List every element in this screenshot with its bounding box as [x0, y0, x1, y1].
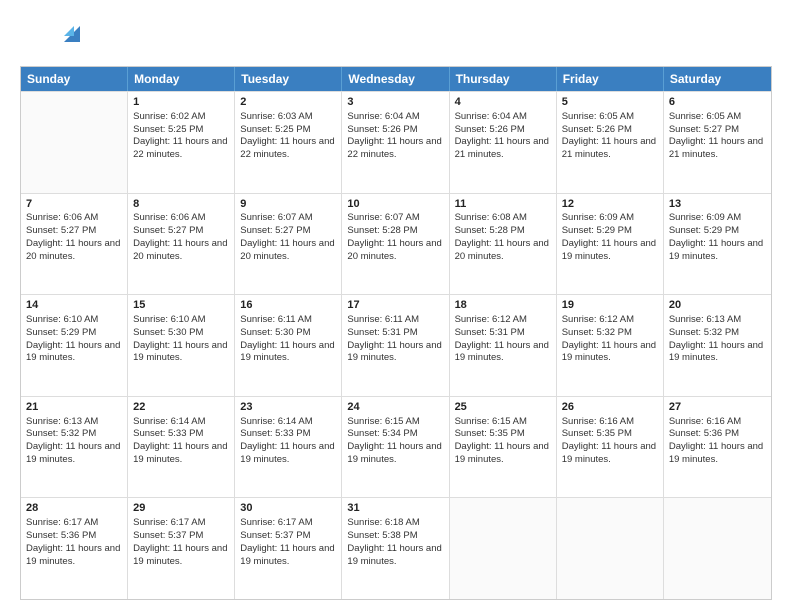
day-cell-17: 17Sunrise: 6:11 AMSunset: 5:31 PMDayligh…	[342, 295, 449, 396]
day-cell-empty	[21, 92, 128, 193]
header	[20, 18, 772, 58]
day-cell-26: 26Sunrise: 6:16 AMSunset: 5:35 PMDayligh…	[557, 397, 664, 498]
day-cell-30: 30Sunrise: 6:17 AMSunset: 5:37 PMDayligh…	[235, 498, 342, 599]
day-cell-empty	[450, 498, 557, 599]
day-cell-1: 1Sunrise: 6:02 AMSunset: 5:25 PMDaylight…	[128, 92, 235, 193]
day-number: 5	[562, 95, 658, 110]
day-number: 18	[455, 298, 551, 313]
day-header-sunday: Sunday	[21, 67, 128, 91]
calendar: SundayMondayTuesdayWednesdayThursdayFrid…	[20, 66, 772, 600]
day-header-saturday: Saturday	[664, 67, 771, 91]
day-number: 11	[455, 197, 551, 212]
day-cell-6: 6Sunrise: 6:05 AMSunset: 5:27 PMDaylight…	[664, 92, 771, 193]
day-number: 24	[347, 400, 443, 415]
day-number: 4	[455, 95, 551, 110]
calendar-body: 1Sunrise: 6:02 AMSunset: 5:25 PMDaylight…	[21, 91, 771, 599]
day-cell-23: 23Sunrise: 6:14 AMSunset: 5:33 PMDayligh…	[235, 397, 342, 498]
day-cell-empty	[557, 498, 664, 599]
day-number: 31	[347, 501, 443, 516]
day-number: 27	[669, 400, 766, 415]
day-cell-16: 16Sunrise: 6:11 AMSunset: 5:30 PMDayligh…	[235, 295, 342, 396]
day-cell-11: 11Sunrise: 6:08 AMSunset: 5:28 PMDayligh…	[450, 194, 557, 295]
day-cell-3: 3Sunrise: 6:04 AMSunset: 5:26 PMDaylight…	[342, 92, 449, 193]
day-cell-13: 13Sunrise: 6:09 AMSunset: 5:29 PMDayligh…	[664, 194, 771, 295]
day-number: 13	[669, 197, 766, 212]
calendar-header: SundayMondayTuesdayWednesdayThursdayFrid…	[21, 67, 771, 91]
day-cell-21: 21Sunrise: 6:13 AMSunset: 5:32 PMDayligh…	[21, 397, 128, 498]
day-cell-10: 10Sunrise: 6:07 AMSunset: 5:28 PMDayligh…	[342, 194, 449, 295]
day-cell-29: 29Sunrise: 6:17 AMSunset: 5:37 PMDayligh…	[128, 498, 235, 599]
day-number: 10	[347, 197, 443, 212]
day-header-wednesday: Wednesday	[342, 67, 449, 91]
day-number: 22	[133, 400, 229, 415]
day-number: 20	[669, 298, 766, 313]
day-cell-2: 2Sunrise: 6:03 AMSunset: 5:25 PMDaylight…	[235, 92, 342, 193]
day-cell-12: 12Sunrise: 6:09 AMSunset: 5:29 PMDayligh…	[557, 194, 664, 295]
day-number: 7	[26, 197, 122, 212]
day-number: 15	[133, 298, 229, 313]
day-number: 28	[26, 501, 122, 516]
week-row-5: 28Sunrise: 6:17 AMSunset: 5:36 PMDayligh…	[21, 497, 771, 599]
day-number: 26	[562, 400, 658, 415]
day-number: 3	[347, 95, 443, 110]
week-row-3: 14Sunrise: 6:10 AMSunset: 5:29 PMDayligh…	[21, 294, 771, 396]
page: SundayMondayTuesdayWednesdayThursdayFrid…	[0, 0, 792, 612]
day-number: 30	[240, 501, 336, 516]
day-number: 17	[347, 298, 443, 313]
week-row-2: 7Sunrise: 6:06 AMSunset: 5:27 PMDaylight…	[21, 193, 771, 295]
day-cell-20: 20Sunrise: 6:13 AMSunset: 5:32 PMDayligh…	[664, 295, 771, 396]
day-number: 14	[26, 298, 122, 313]
day-cell-27: 27Sunrise: 6:16 AMSunset: 5:36 PMDayligh…	[664, 397, 771, 498]
day-number: 25	[455, 400, 551, 415]
day-number: 21	[26, 400, 122, 415]
day-cell-9: 9Sunrise: 6:07 AMSunset: 5:27 PMDaylight…	[235, 194, 342, 295]
day-number: 12	[562, 197, 658, 212]
day-cell-22: 22Sunrise: 6:14 AMSunset: 5:33 PMDayligh…	[128, 397, 235, 498]
day-number: 2	[240, 95, 336, 110]
day-cell-18: 18Sunrise: 6:12 AMSunset: 5:31 PMDayligh…	[450, 295, 557, 396]
logo-icon	[64, 20, 80, 42]
day-number: 29	[133, 501, 229, 516]
day-cell-19: 19Sunrise: 6:12 AMSunset: 5:32 PMDayligh…	[557, 295, 664, 396]
day-number: 6	[669, 95, 766, 110]
day-cell-15: 15Sunrise: 6:10 AMSunset: 5:30 PMDayligh…	[128, 295, 235, 396]
day-number: 16	[240, 298, 336, 313]
day-number: 23	[240, 400, 336, 415]
day-cell-14: 14Sunrise: 6:10 AMSunset: 5:29 PMDayligh…	[21, 295, 128, 396]
day-cell-5: 5Sunrise: 6:05 AMSunset: 5:26 PMDaylight…	[557, 92, 664, 193]
day-cell-24: 24Sunrise: 6:15 AMSunset: 5:34 PMDayligh…	[342, 397, 449, 498]
day-cell-8: 8Sunrise: 6:06 AMSunset: 5:27 PMDaylight…	[128, 194, 235, 295]
day-header-thursday: Thursday	[450, 67, 557, 91]
day-cell-31: 31Sunrise: 6:18 AMSunset: 5:38 PMDayligh…	[342, 498, 449, 599]
day-number: 8	[133, 197, 229, 212]
day-header-friday: Friday	[557, 67, 664, 91]
day-cell-25: 25Sunrise: 6:15 AMSunset: 5:35 PMDayligh…	[450, 397, 557, 498]
day-cell-4: 4Sunrise: 6:04 AMSunset: 5:26 PMDaylight…	[450, 92, 557, 193]
day-header-monday: Monday	[128, 67, 235, 91]
day-cell-28: 28Sunrise: 6:17 AMSunset: 5:36 PMDayligh…	[21, 498, 128, 599]
day-number: 19	[562, 298, 658, 313]
day-cell-empty	[664, 498, 771, 599]
week-row-4: 21Sunrise: 6:13 AMSunset: 5:32 PMDayligh…	[21, 396, 771, 498]
day-header-tuesday: Tuesday	[235, 67, 342, 91]
week-row-1: 1Sunrise: 6:02 AMSunset: 5:25 PMDaylight…	[21, 91, 771, 193]
day-number: 1	[133, 95, 229, 110]
logo	[20, 18, 80, 58]
day-number: 9	[240, 197, 336, 212]
day-cell-7: 7Sunrise: 6:06 AMSunset: 5:27 PMDaylight…	[21, 194, 128, 295]
